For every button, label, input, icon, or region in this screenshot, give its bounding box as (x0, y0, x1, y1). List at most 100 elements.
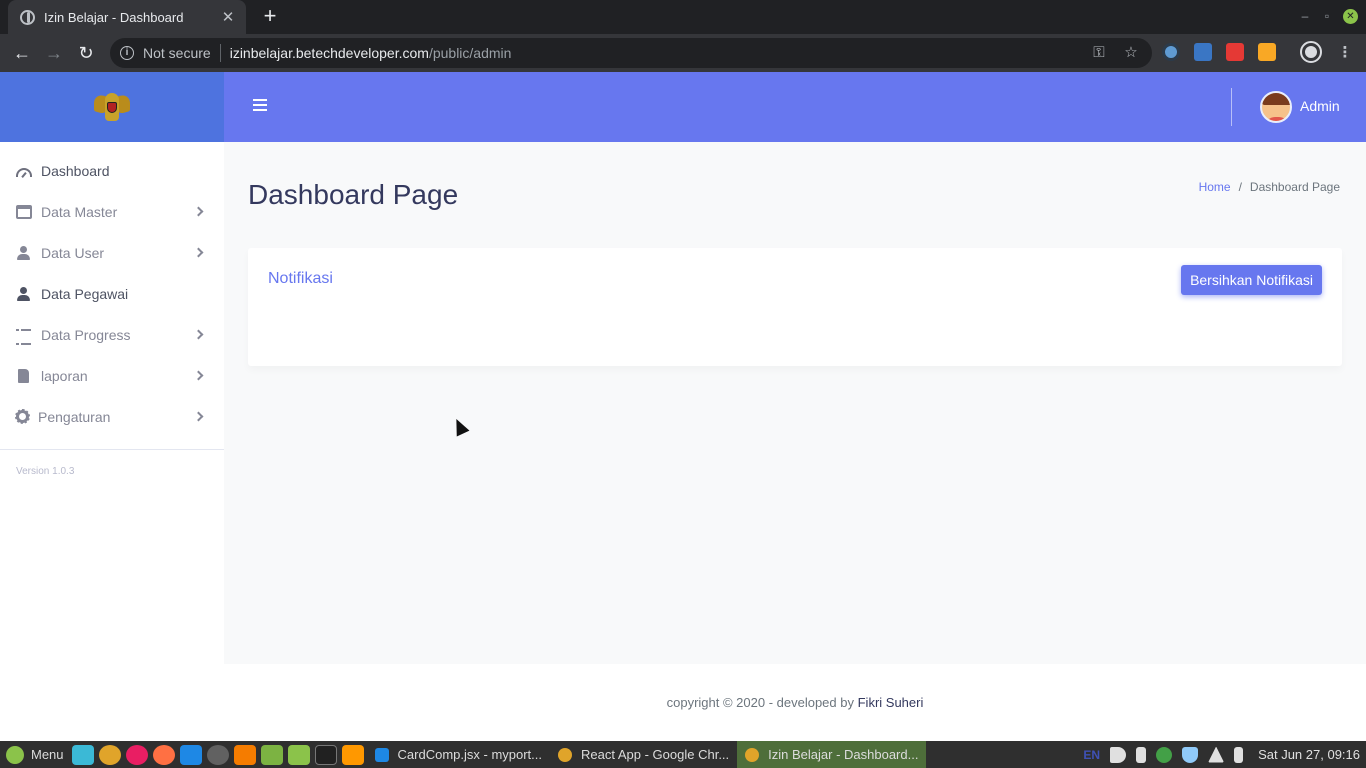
battery-icon[interactable] (1234, 746, 1244, 763)
new-tab-button[interactable]: + (258, 4, 282, 30)
taskbar-task-label: CardComp.jsx - myport... (397, 747, 543, 762)
window-icon (16, 204, 32, 219)
security-label[interactable]: Not secure (143, 45, 211, 61)
postman-launcher-icon[interactable] (153, 744, 176, 765)
hamburger-menu-icon[interactable] (253, 99, 267, 111)
sidebar-item-label: Data Progress (41, 326, 131, 343)
warning-icon[interactable] (1208, 746, 1225, 763)
postman-app-icon[interactable] (342, 744, 365, 765)
back-icon[interactable]: ← (9, 41, 35, 65)
tab-title: Izin Belajar - Dashboard (44, 9, 184, 25)
breadcrumb: Home / Dashboard Page (1199, 180, 1340, 194)
files-launcher-icon[interactable] (288, 744, 311, 765)
url-host: izinbelajar.betechdeveloper.com (229, 45, 429, 61)
system-tray: EN Sat Jun 27, 09:16 (1078, 741, 1366, 768)
extension-icon-2[interactable] (1194, 43, 1212, 61)
tasks-icon (16, 328, 32, 345)
sidebar-item-data-master[interactable]: Data Master (0, 191, 224, 232)
chrome-icon (558, 747, 573, 762)
chevron-right-icon (193, 411, 204, 422)
mint-logo-icon (6, 745, 24, 764)
terminal-app-icon[interactable] (315, 744, 338, 765)
extension-icon-4[interactable] (1258, 43, 1276, 61)
chevron-right-icon (193, 206, 204, 217)
chevron-right-icon (193, 329, 204, 340)
extension-icon-1[interactable] (1162, 43, 1180, 61)
sidebar-item-laporan[interactable]: laporan (0, 355, 224, 396)
key-icon[interactable]: ⚿ (1087, 41, 1111, 65)
sublime-launcher-icon[interactable] (234, 744, 257, 765)
user-name[interactable]: Admin (1300, 98, 1340, 114)
browser-tab-strip: Izin Belajar - Dashboard ✕ + – ▫ ✕ (0, 0, 1366, 34)
keyboard-layout-indicator[interactable]: EN (1083, 748, 1100, 762)
garuda-logo (94, 89, 130, 125)
notification-card-title: Notifikasi (268, 270, 333, 287)
chrome-launcher-icon[interactable] (99, 744, 122, 765)
address-bar[interactable]: i Not secure izinbelajar.betechdeveloper… (110, 38, 1152, 68)
chrome-icon (745, 747, 760, 762)
star-icon[interactable]: ☆ (1119, 41, 1143, 65)
chevron-right-icon (193, 370, 204, 381)
footer: copyright © 2020 - developed by Fikri Su… (224, 664, 1366, 741)
sidebar-item-pengaturan[interactable]: Pengaturan (0, 396, 224, 437)
info-icon[interactable]: i (120, 46, 134, 60)
sidebar-item-data-progress[interactable]: Data Progress (0, 314, 224, 355)
sidebar-item-label: Data User (41, 244, 105, 261)
breadcrumb-current: Dashboard Page (1249, 180, 1340, 194)
vscode-launcher-icon[interactable] (180, 744, 203, 765)
extension-icon-3[interactable] (1226, 43, 1244, 61)
version-label: Version 1.0.3 (16, 466, 75, 477)
bluetooth-icon[interactable] (1156, 746, 1173, 763)
file-icon (18, 368, 29, 383)
flickr-launcher-icon[interactable] (126, 744, 149, 765)
sidebar: Dashboard Data Master Data User Data Peg… (0, 72, 224, 741)
shield-icon[interactable] (1182, 746, 1199, 763)
sidebar-item-label: Dashboard (41, 162, 110, 179)
sidebar-menu: Dashboard Data Master Data User Data Peg… (0, 142, 224, 437)
clear-notifications-button[interactable]: Bersihkan Notifikasi (1181, 265, 1322, 295)
forward-icon[interactable]: → (41, 41, 67, 65)
sidebar-item-label: Data Master (41, 203, 118, 220)
reload-icon[interactable]: ↻ (73, 41, 99, 65)
footer-text: copyright © 2020 - developed by Fikri Su… (224, 695, 1366, 710)
main-content: Dashboard Page Home / Dashboard Page Not… (224, 142, 1366, 664)
terminal-launcher-icon[interactable] (72, 744, 95, 765)
topbar-divider (1231, 88, 1232, 126)
react-launcher-icon[interactable] (207, 744, 230, 765)
profile-icon[interactable] (1300, 41, 1322, 63)
developer-link[interactable]: Fikri Suheri (858, 695, 924, 710)
breadcrumb-home-link[interactable]: Home (1199, 180, 1231, 194)
taskbar-task-izin-belajar[interactable]: Izin Belajar - Dashboard... (737, 741, 927, 768)
maximize-icon[interactable]: ▫ (1320, 8, 1334, 24)
taskbar-task-react-app[interactable]: React App - Google Chr... (550, 741, 737, 768)
copyright-text: copyright © 2020 - developed by (666, 695, 858, 710)
sidebar-item-data-user[interactable]: Data User (0, 232, 224, 273)
omnibox-divider (219, 44, 221, 62)
tab-close-icon[interactable]: ✕ (220, 8, 236, 26)
window-close-icon[interactable]: ✕ (1343, 9, 1358, 24)
browser-tab[interactable]: Izin Belajar - Dashboard ✕ (8, 0, 246, 34)
users-icon (16, 245, 32, 260)
clock[interactable]: Sat Jun 27, 09:16 (1258, 747, 1360, 762)
taskbar-task-label: React App - Google Chr... (581, 747, 730, 762)
clipboard-icon[interactable] (1136, 746, 1147, 763)
start-menu-button[interactable]: Menu (0, 741, 70, 768)
minimize-icon[interactable]: – (1298, 8, 1312, 24)
gear-icon (15, 409, 30, 424)
users-icon (16, 286, 32, 301)
kebab-menu-icon[interactable]: ⋮ (1333, 41, 1357, 65)
taskbar-task-label: Izin Belajar - Dashboard... (768, 747, 919, 762)
sidebar-item-data-pegawai[interactable]: Data Pegawai (0, 273, 224, 314)
sidebar-brand[interactable] (0, 72, 224, 142)
volume-icon[interactable] (1110, 746, 1127, 763)
start-menu-label: Menu (31, 747, 64, 762)
globe-icon (20, 9, 35, 25)
url-path: /public/admin (428, 45, 512, 61)
sidebar-item-dashboard[interactable]: Dashboard (0, 150, 224, 191)
spreadsheet-launcher-icon[interactable] (261, 744, 284, 765)
sidebar-item-label: Data Pegawai (41, 285, 129, 302)
os-taskbar: Menu CardComp.jsx - myport... React App … (0, 741, 1366, 768)
sidebar-item-label: Pengaturan (38, 408, 111, 425)
avatar[interactable] (1260, 91, 1292, 123)
taskbar-task-vscode[interactable]: CardComp.jsx - myport... (367, 741, 550, 768)
